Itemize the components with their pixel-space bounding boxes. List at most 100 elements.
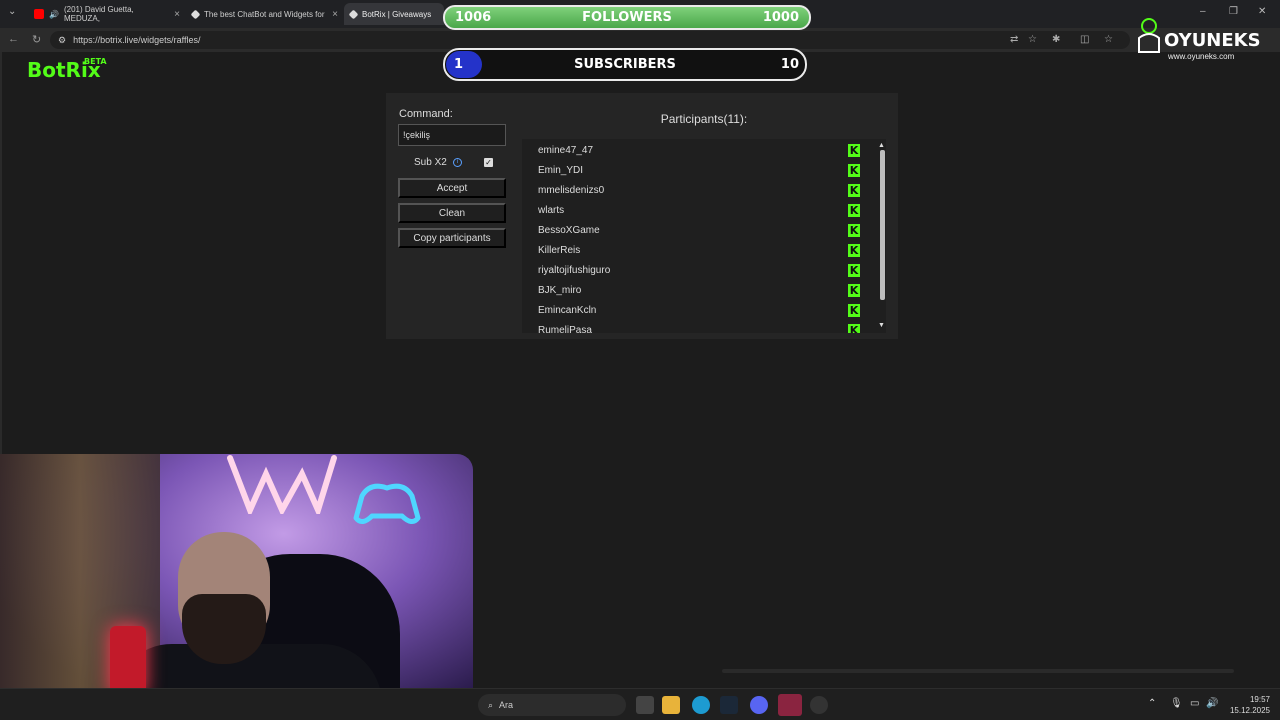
sub-x2-label: Sub X2 xyxy=(414,157,447,168)
botrix-favicon-icon xyxy=(348,9,359,19)
webcam-overlay xyxy=(0,454,473,720)
taskbar-search[interactable]: ⌕ Ara xyxy=(478,694,626,716)
edge-icon[interactable] xyxy=(692,696,710,714)
list-item[interactable]: emine47_47 K xyxy=(522,140,886,160)
back-icon[interactable]: ← xyxy=(8,33,19,45)
kick-icon: K xyxy=(848,264,860,277)
brand-name: OYUNEKS xyxy=(1164,30,1261,51)
close-window-icon[interactable]: ✕ xyxy=(1258,6,1266,17)
list-item[interactable]: EmincanKcln K xyxy=(522,300,886,320)
subscribers-label: SUBSCRIBERS xyxy=(574,57,676,72)
tab-title: (201) David Guetta, MEDUZA, xyxy=(63,5,134,23)
list-item[interactable]: Emin_YDI K xyxy=(522,160,886,180)
favorite-star-icon[interactable]: ☆ xyxy=(1028,34,1037,45)
followers-current: 1006 xyxy=(455,10,492,25)
obs-icon[interactable] xyxy=(810,696,828,714)
followers-goal-bar: 1006 FOLLOWERS 1000 xyxy=(443,5,811,30)
clock-date: 15.12.2025 xyxy=(1229,706,1270,715)
oyuneks-watermark: OYUNEKS www.oyuneks.com xyxy=(1136,18,1280,62)
list-item[interactable]: BessoXGame K xyxy=(522,220,886,240)
scroll-up-arrow-icon[interactable]: ▲ xyxy=(878,142,885,149)
participant-name: BessoXGame xyxy=(538,225,600,236)
kick-icon: K xyxy=(848,324,860,333)
subscribers-goal-bar: SUBSCRIBERS 1 10 xyxy=(443,48,807,81)
site-info-icon[interactable]: ⚙ xyxy=(58,35,66,46)
oyuneks-mascot-icon xyxy=(1138,18,1160,53)
tab-giveaways[interactable]: BotRix | Giveaways xyxy=(344,3,444,25)
favorites-icon[interactable]: ☆ xyxy=(1104,34,1113,45)
followers-goal: 1000 xyxy=(762,10,799,25)
kick-icon: K xyxy=(848,164,860,177)
volume-icon[interactable]: 🔊 xyxy=(1206,698,1218,709)
list-item[interactable]: RumeliPasa K xyxy=(522,320,886,333)
beta-badge: BETA xyxy=(84,57,107,66)
participants-title: Participants(11): xyxy=(660,112,748,126)
neon-gamepad-icon xyxy=(353,483,421,524)
subscribers-goal: 10 xyxy=(780,57,799,72)
sub-x2-checkbox[interactable]: ✓ xyxy=(484,158,493,167)
participant-name: EmincanKcln xyxy=(538,305,597,316)
file-explorer-icon[interactable] xyxy=(662,696,680,714)
subscribers-current: 1 xyxy=(454,57,464,72)
youtube-icon xyxy=(34,9,44,19)
kick-icon: K xyxy=(848,244,860,257)
participant-name: Emin_YDI xyxy=(538,165,584,176)
participant-name: riyaltojifushiguro xyxy=(538,265,611,276)
kick-icon: K xyxy=(848,204,860,217)
windows-taskbar: ⌕ Ara ⌃ 🎙 ▭ 🔊 19:57 15.12.2025 xyxy=(0,688,1280,720)
taskbar-clock[interactable]: 19:57 15.12.2025 xyxy=(1222,694,1270,716)
list-item[interactable]: riyaltojifushiguro K xyxy=(522,260,886,280)
command-label: Command: xyxy=(399,108,453,120)
steam-icon[interactable] xyxy=(720,696,738,714)
translate-icon[interactable]: ⇄ xyxy=(1010,34,1018,45)
url-field[interactable]: ⚙ https://botrix.live/widgets/raffles/ xyxy=(50,31,1130,49)
split-screen-icon[interactable]: ◫ xyxy=(1080,34,1089,45)
kick-icon: K xyxy=(848,184,860,197)
kick-icon: K xyxy=(848,144,860,157)
followers-label: FOLLOWERS xyxy=(582,10,672,25)
copy-participants-button[interactable]: Copy participants xyxy=(398,228,506,248)
search-placeholder: Ara xyxy=(499,700,514,710)
tray-chevron-icon[interactable]: ⌃ xyxy=(1148,698,1156,709)
screen: ⌄ 🔊 (201) David Guetta, MEDUZA, × The be… xyxy=(0,0,1280,720)
close-tab-icon[interactable]: × xyxy=(174,9,180,20)
active-app-icon[interactable] xyxy=(778,694,802,716)
kick-icon: K xyxy=(848,284,860,297)
tab-youtube[interactable]: 🔊 (201) David Guetta, MEDUZA, × xyxy=(28,3,186,25)
url-text: https://botrix.live/widgets/raffles/ xyxy=(73,35,201,45)
neon-w-sign xyxy=(227,455,337,514)
tab-menu-chevron-icon[interactable]: ⌄ xyxy=(8,6,16,17)
scroll-down-arrow-icon[interactable]: ▼ xyxy=(878,322,885,329)
participant-name: emine47_47 xyxy=(538,145,594,156)
horizontal-scrollbar[interactable] xyxy=(722,669,1234,673)
network-icon[interactable]: ▭ xyxy=(1190,698,1199,709)
extensions-icon[interactable]: ✱ xyxy=(1052,34,1060,45)
accept-button[interactable]: Accept xyxy=(398,178,506,198)
participants-list[interactable]: emine47_47 K Emin_YDI K mmelisdenizs0 K wla… xyxy=(522,139,886,333)
tab-title: BotRix | Giveaways xyxy=(362,9,432,19)
close-tab-icon[interactable]: × xyxy=(332,9,338,20)
microphone-tray-icon[interactable]: 🎙 xyxy=(1170,698,1183,709)
task-view-icon[interactable] xyxy=(636,696,654,714)
tab-chatbot[interactable]: The best ChatBot and Widgets for × xyxy=(186,3,344,25)
participant-name: mmelisdenizs0 xyxy=(538,185,605,196)
info-icon[interactable]: i xyxy=(453,158,462,167)
discord-icon[interactable] xyxy=(750,696,768,714)
list-item[interactable]: BJK_miro K xyxy=(522,280,886,300)
maximize-icon[interactable]: ❐ xyxy=(1229,6,1238,17)
speaker-icon: 🔊 xyxy=(49,9,59,19)
minimize-icon[interactable]: – xyxy=(1200,6,1206,17)
list-item[interactable]: wlarts K xyxy=(522,200,886,220)
participant-name: RumeliPasa xyxy=(538,325,592,333)
reload-icon[interactable]: ↻ xyxy=(32,33,41,46)
microphone xyxy=(110,626,146,696)
clean-button[interactable]: Clean xyxy=(398,203,506,223)
kick-icon: K xyxy=(848,304,860,317)
list-item[interactable]: KillerReis K xyxy=(522,240,886,260)
command-input[interactable] xyxy=(398,124,506,146)
list-item[interactable]: mmelisdenizs0 K xyxy=(522,180,886,200)
search-icon: ⌕ xyxy=(488,699,494,710)
participants-scrollbar-thumb[interactable] xyxy=(880,150,885,300)
participant-name: BJK_miro xyxy=(538,285,582,296)
brand-site: www.oyuneks.com xyxy=(1168,52,1235,61)
